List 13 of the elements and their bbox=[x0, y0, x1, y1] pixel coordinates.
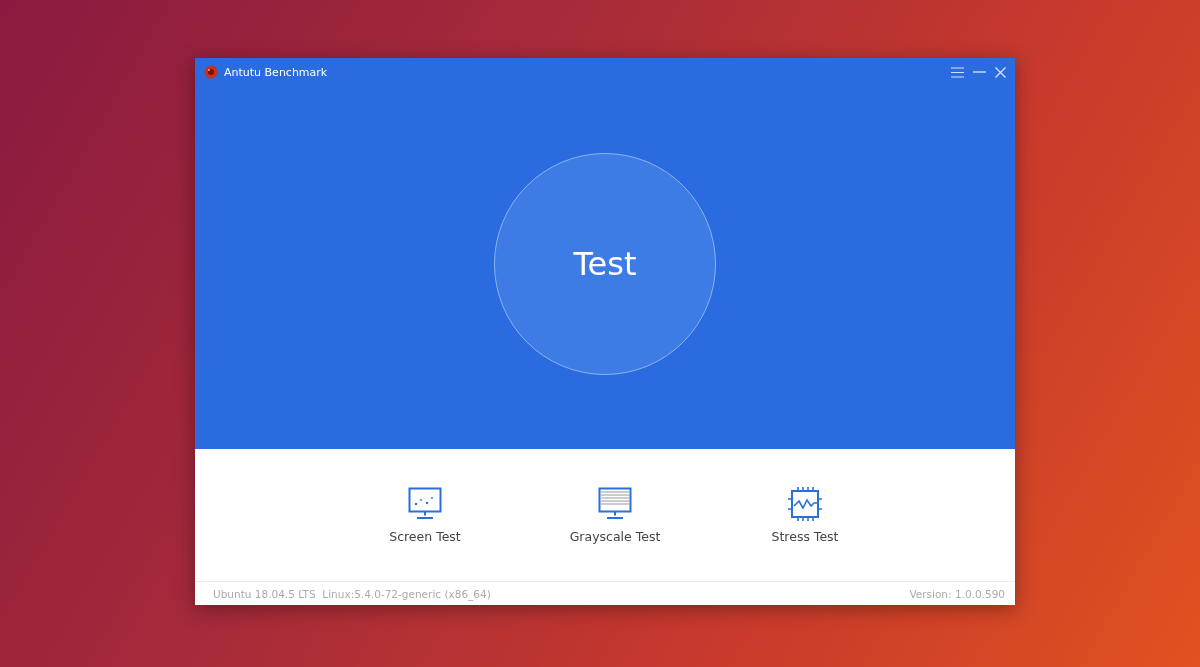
window-title: Antutu Benchmark bbox=[224, 65, 328, 79]
chip-icon bbox=[788, 486, 822, 521]
test-option[interactable]: Screen Test bbox=[365, 486, 485, 544]
version-label: Version: 1.0.0.590 bbox=[909, 587, 1005, 600]
app-logo-icon bbox=[204, 65, 218, 79]
close-icon[interactable] bbox=[995, 66, 1006, 78]
monitor-icon bbox=[408, 486, 442, 521]
test-button[interactable]: Test bbox=[494, 153, 716, 375]
menu-icon[interactable] bbox=[951, 66, 964, 78]
monitor-icon bbox=[598, 486, 632, 521]
test-option[interactable]: Stress Test bbox=[745, 486, 865, 544]
system-info: Ubuntu 18.04.5 LTS Linux:5.4.0-72-generic (x86_64) bbox=[213, 587, 491, 600]
test-option[interactable]: Grayscale Test bbox=[555, 486, 675, 544]
